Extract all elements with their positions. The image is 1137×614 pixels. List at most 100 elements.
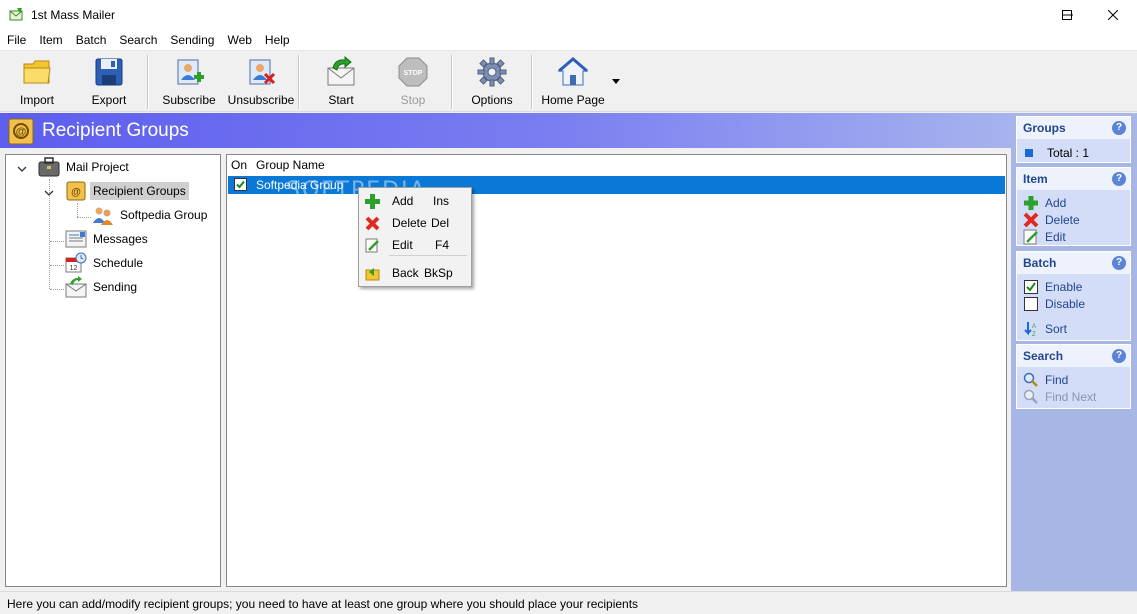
task-box-header[interactable]: Batch ? (1017, 252, 1130, 274)
sort-icon: AZ (1024, 321, 1036, 337)
context-menu-edit[interactable]: Edit F4 (361, 235, 469, 256)
checkbox-empty-icon (1024, 296, 1038, 311)
task-add-link[interactable]: Add (1023, 194, 1066, 211)
context-menu-shortcut: F4 (435, 238, 450, 252)
section-header: @ Recipient Groups (0, 113, 1011, 148)
import-button[interactable]: Import (18, 56, 56, 110)
groups-total-label: Total : 1 (1047, 145, 1090, 160)
delete-x-icon (1023, 212, 1039, 227)
checkmark-icon (236, 180, 245, 189)
help-icon[interactable]: ? (1112, 172, 1126, 186)
unsubscribe-label: Unsubscribe (227, 93, 295, 107)
menu-item[interactable]: Item (32, 30, 68, 51)
task-delete-link[interactable]: Delete (1023, 211, 1080, 228)
context-menu-label: Delete (392, 216, 427, 230)
start-send-icon (327, 56, 355, 86)
task-box-groups: Groups ? Total : 1 (1016, 116, 1131, 163)
subscribe-button[interactable]: Subscribe (162, 56, 216, 110)
context-menu-add[interactable]: Add Ins (361, 191, 469, 212)
menu-help[interactable]: Help (258, 30, 296, 51)
tree-node-mail-project[interactable]: Mail Project (37, 156, 132, 178)
unsubscribe-button[interactable]: Unsubscribe (227, 56, 295, 110)
task-link-label: Find Next (1045, 389, 1097, 404)
tree-label: Recipient Groups (90, 182, 189, 200)
task-box-title: Groups (1023, 121, 1066, 135)
task-find-link[interactable]: Find (1023, 371, 1068, 388)
home-page-button[interactable]: Home Page (541, 56, 605, 110)
task-link-label: Sort (1045, 321, 1068, 336)
help-icon[interactable]: ? (1112, 256, 1126, 270)
title-bar: 1st Mass Mailer (0, 0, 1137, 30)
column-header-on[interactable]: On (231, 158, 247, 172)
options-button[interactable]: Options (471, 56, 513, 110)
project-tree: Mail Project @ Recipient Groups Softpedi… (5, 154, 221, 587)
app-icon (9, 8, 23, 21)
svg-text:12: 12 (70, 265, 78, 272)
plus-icon (365, 194, 380, 209)
context-menu-back[interactable]: Back BkSp (361, 263, 469, 284)
plus-icon (1024, 195, 1038, 210)
task-sort-link[interactable]: AZ Sort (1023, 320, 1067, 337)
export-button[interactable]: Export (90, 56, 128, 110)
task-box-title: Batch (1023, 256, 1057, 270)
task-box-header[interactable]: Item ? (1017, 168, 1130, 190)
edit-pencil-icon (1023, 229, 1038, 244)
tree-node-softpedia-group[interactable]: Softpedia Group (91, 204, 210, 226)
task-find-next-link[interactable]: Find Next (1023, 388, 1096, 405)
toolbar-separator (451, 55, 453, 109)
help-icon[interactable]: ? (1112, 121, 1126, 135)
svg-text:Z: Z (1032, 332, 1036, 337)
context-menu-separator (389, 255, 467, 256)
stop-button[interactable]: STOP Stop (397, 56, 429, 110)
svg-text:STOP: STOP (404, 70, 423, 77)
close-icon (1108, 10, 1118, 20)
context-menu-delete[interactable]: Delete Del (361, 213, 469, 234)
dropdown-arrow-icon[interactable] (612, 79, 620, 84)
find-next-icon (1023, 389, 1038, 404)
help-icon[interactable]: ? (1112, 349, 1126, 363)
toolbar-separator (298, 55, 300, 109)
menu-search[interactable]: Search (112, 30, 163, 51)
task-enable-link[interactable]: Enable (1023, 278, 1082, 295)
magnifier-icon (1023, 372, 1038, 387)
toolbar-separator (147, 55, 149, 109)
menu-file[interactable]: File (0, 30, 32, 51)
toolbar: Import Export Subscribe Unsubscribe Star… (0, 52, 1137, 112)
tree-node-schedule[interactable]: 12 Schedule (64, 252, 146, 274)
group-list: On Group Name Softpedia Group (226, 154, 1007, 587)
tree-connector (77, 203, 78, 217)
start-button[interactable]: Start (325, 56, 357, 110)
enabled-checkbox[interactable] (234, 178, 247, 191)
home-page-label: Home Page (541, 93, 605, 107)
subscribe-icon (177, 59, 204, 85)
svg-text:A: A (1032, 324, 1036, 330)
menu-sending[interactable]: Sending (163, 30, 220, 51)
menu-bar: File Item Batch Search Sending Web Help (0, 30, 1137, 51)
task-link-label: Edit (1045, 229, 1066, 244)
chevron-down-icon[interactable] (44, 188, 54, 198)
folder-icon (23, 60, 51, 84)
tree-node-recipient-groups[interactable]: @ Recipient Groups (64, 180, 189, 202)
task-pane: Groups ? Total : 1 Item ? Add Delete Edi… (1011, 113, 1137, 591)
menu-web[interactable]: Web (220, 30, 257, 51)
users-icon (93, 207, 113, 225)
chevron-down-icon[interactable] (17, 164, 27, 174)
tree-label: Messages (93, 232, 148, 246)
tree-node-messages[interactable]: Messages (64, 228, 151, 250)
close-button[interactable] (1090, 0, 1136, 30)
task-edit-link[interactable]: Edit (1023, 228, 1066, 245)
page-title: Recipient Groups (42, 120, 189, 141)
context-menu-label: Edit (392, 238, 413, 252)
context-menu-label: Back (392, 266, 419, 280)
tree-label: Sending (93, 280, 138, 294)
task-disable-link[interactable]: Disable (1023, 295, 1085, 312)
menu-batch[interactable]: Batch (69, 30, 113, 51)
context-menu-shortcut: Ins (433, 194, 450, 208)
column-header-group-name[interactable]: Group Name (256, 158, 325, 172)
task-box-header[interactable]: Search ? (1017, 345, 1130, 367)
context-menu-shortcut: Del (431, 216, 450, 230)
list-header: On Group Name (227, 155, 1006, 175)
task-box-header[interactable]: Groups ? (1017, 117, 1130, 139)
tree-node-sending[interactable]: Sending (64, 276, 140, 298)
import-label: Import (19, 93, 54, 107)
